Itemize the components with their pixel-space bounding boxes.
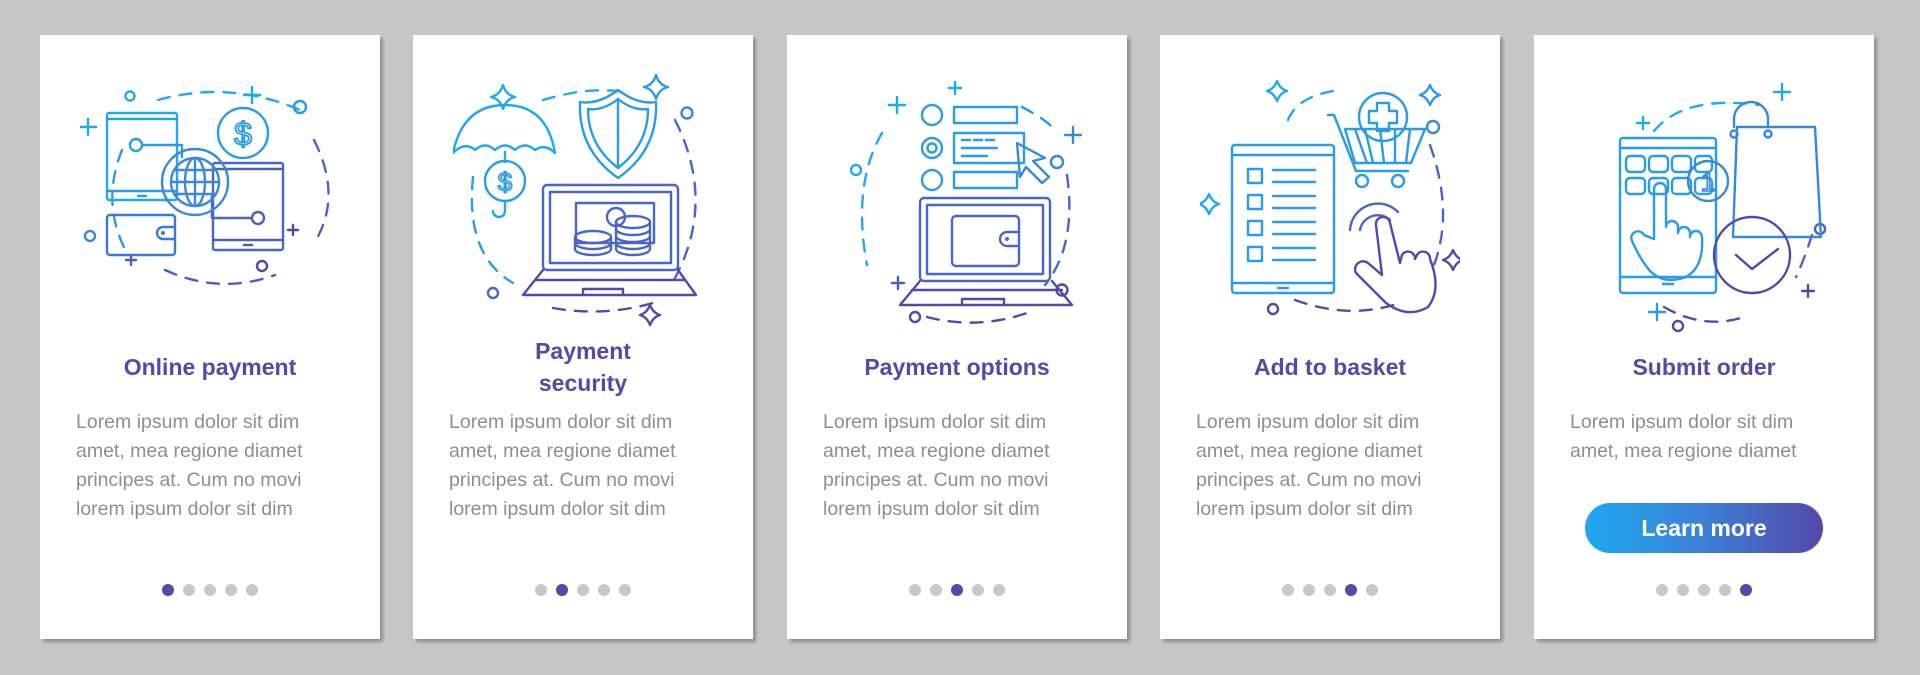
- checkmark-circle-icon: [1712, 215, 1792, 295]
- pagination-dots: [1534, 584, 1874, 596]
- online-payment-illustration: $: [80, 85, 330, 286]
- page-dot-3[interactable]: [1324, 584, 1336, 596]
- onboarding-card-payment-options: Payment options Lorem ipsum dolor sit di…: [787, 35, 1127, 639]
- sparkle-icon: [638, 303, 662, 327]
- card-title: Submit order: [1632, 354, 1776, 380]
- dollar-coin-icon: $: [216, 106, 270, 160]
- sparkle-icon: [1418, 83, 1442, 107]
- card-description: Lorem ipsum dolor sit dim amet, mea regi…: [1570, 411, 1797, 462]
- card-description: Lorem ipsum dolor sit dim amet, mea regi…: [1196, 411, 1423, 520]
- page-dot-5[interactable]: [619, 584, 631, 596]
- shield-icon: [578, 88, 658, 180]
- page-dot-4[interactable]: [598, 584, 610, 596]
- tap-hand-icon: [1630, 181, 1704, 282]
- page-dot-3-active[interactable]: [951, 584, 963, 596]
- sparkle-icon: [642, 73, 670, 101]
- svg-text:$: $: [234, 116, 252, 152]
- radio-list-icon: [920, 103, 1026, 192]
- page-dot-4[interactable]: [972, 584, 984, 596]
- globe-icon: [160, 147, 230, 217]
- page-dot-2[interactable]: [1303, 584, 1315, 596]
- card-title: Add to basket: [1253, 354, 1407, 380]
- page-dot-3[interactable]: [1698, 584, 1710, 596]
- svg-text:1: 1: [1701, 167, 1715, 197]
- pagination-dots: [413, 584, 753, 596]
- add-to-basket-illustration: [1200, 79, 1460, 316]
- payment-security-illustration: $: [453, 73, 698, 327]
- page-dot-4-active[interactable]: [1345, 584, 1357, 596]
- page-dot-1[interactable]: [909, 584, 921, 596]
- coins-icon: [573, 201, 656, 257]
- pagination-dots: [787, 584, 1127, 596]
- svg-text:$: $: [498, 167, 513, 197]
- page-dot-4[interactable]: [1719, 584, 1731, 596]
- card-description: Lorem ipsum dolor sit dim amet, mea regi…: [76, 411, 303, 520]
- card-title: Payment security: [535, 338, 631, 396]
- pagination-dots: [1160, 584, 1500, 596]
- page-dot-2-active[interactable]: [556, 584, 568, 596]
- shopping-cart-add-icon: [1326, 91, 1427, 189]
- page-dot-1[interactable]: [535, 584, 547, 596]
- tap-hand-icon: [1348, 202, 1437, 314]
- wallet-icon: [950, 214, 1021, 268]
- wallet-icon: [105, 213, 177, 257]
- onboarding-card-submit-order: 1 Submit order Lorem ipsum dolor sit dim…: [1534, 35, 1874, 639]
- card-title: Online payment: [123, 354, 297, 380]
- page-dot-2[interactable]: [183, 584, 195, 596]
- dollar-coin-icon: $: [483, 159, 527, 203]
- page-dot-1-active[interactable]: [162, 584, 174, 596]
- page-dot-4[interactable]: [225, 584, 237, 596]
- submit-order-illustration: 1: [1618, 82, 1827, 333]
- pagination-dots: [40, 584, 380, 596]
- page-dot-5[interactable]: [246, 584, 258, 596]
- onboarding-card-payment-security: $ Payment security Lorem ipsum dolor sit…: [413, 35, 753, 639]
- laptop-icon: [898, 196, 1074, 307]
- page-dot-2[interactable]: [1677, 584, 1689, 596]
- tablet-icon: [210, 161, 285, 252]
- page-dot-5[interactable]: [1366, 584, 1378, 596]
- onboarding-card-online-payment: $ Online payment Lorem ipsum dolor sit d…: [40, 35, 380, 639]
- card-description: Lorem ipsum dolor sit dim amet, mea regi…: [449, 411, 676, 520]
- sparkle-icon: [1265, 79, 1289, 103]
- card-title: Payment options: [864, 354, 1050, 380]
- sparkle-icon: [1441, 248, 1460, 272]
- page-dot-1[interactable]: [1656, 584, 1668, 596]
- card-description: Lorem ipsum dolor sit dim amet, mea regi…: [823, 411, 1050, 520]
- page-dot-3[interactable]: [577, 584, 589, 596]
- onboarding-card-add-to-basket: Add to basket Lorem ipsum dolor sit dim …: [1160, 35, 1500, 639]
- tablet-checklist-icon: [1230, 143, 1336, 295]
- payment-options-illustration: [849, 80, 1083, 324]
- learn-more-button[interactable]: Learn more: [1585, 503, 1823, 553]
- sparkle-icon: [1200, 192, 1221, 216]
- page-dot-2[interactable]: [930, 584, 942, 596]
- page-dot-3[interactable]: [204, 584, 216, 596]
- page-dot-1[interactable]: [1282, 584, 1294, 596]
- page-dot-5-active[interactable]: [1740, 584, 1752, 596]
- page-dot-5[interactable]: [993, 584, 1005, 596]
